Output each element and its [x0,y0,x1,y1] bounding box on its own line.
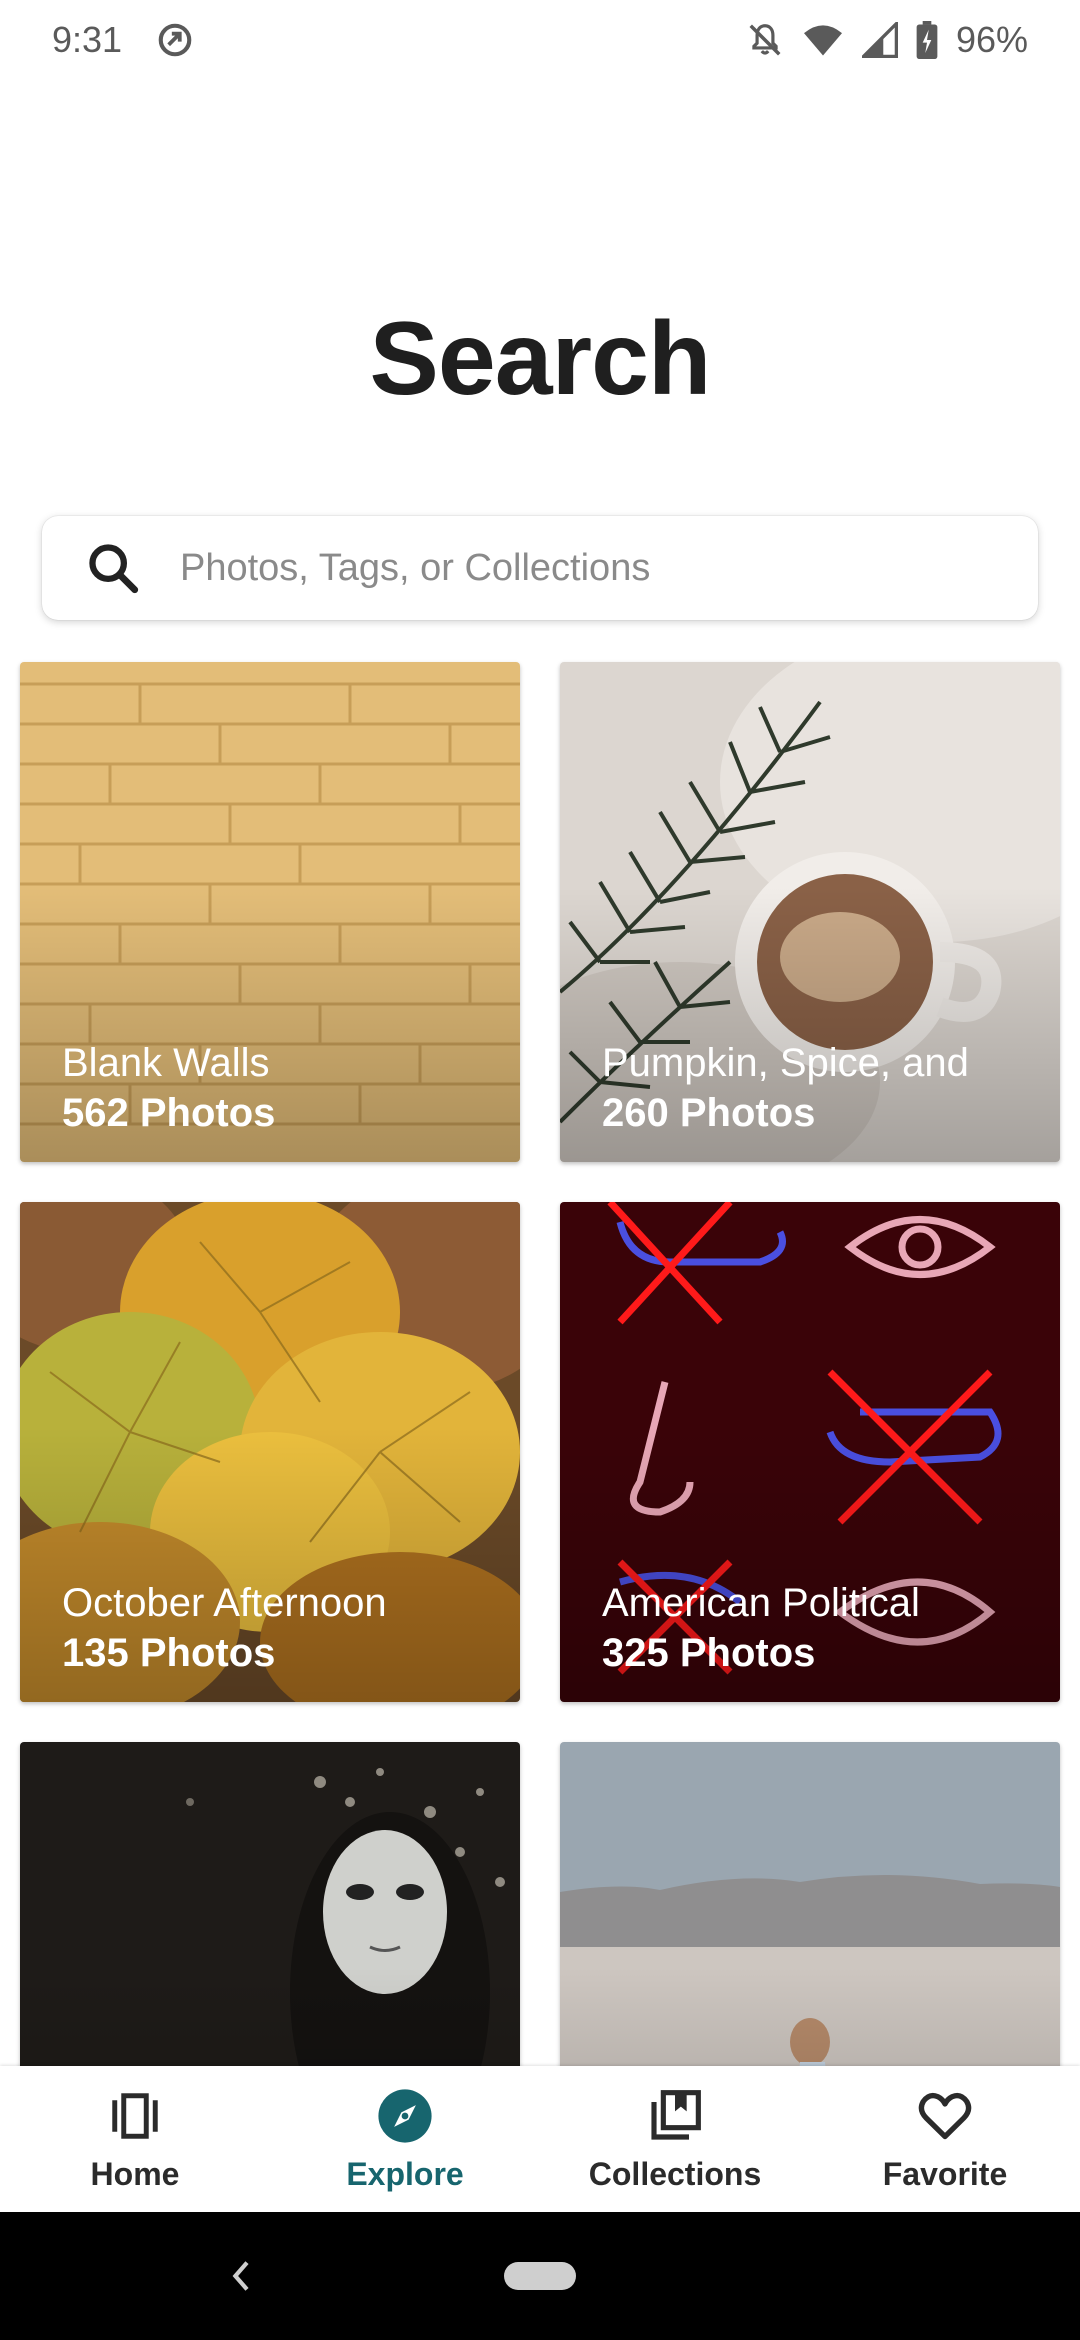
bottom-navigation: Home Explore Collections Favorite [0,2066,1080,2212]
card-title: Blank Walls [62,1041,270,1085]
cell-signal-icon [861,22,898,58]
collection-card-october-afternoon[interactable]: October Afternoon 135 Photos [20,1202,520,1702]
status-time: 9:31 [52,19,123,60]
nav-item-collections[interactable]: Collections [540,2066,810,2212]
card-title: American Political [602,1581,920,1625]
status-left: 9:31 [52,19,194,61]
search-icon [82,537,144,599]
card-count: 135 Photos [62,1631,276,1675]
card-overlay [20,1202,520,1702]
mute-bell-icon [746,21,784,59]
collection-card-american-political[interactable]: American Political 325 Photos [560,1202,1060,1702]
back-icon[interactable] [222,2256,262,2296]
nav-item-favorite[interactable]: Favorite [810,2066,1080,2212]
card-title: Pumpkin, Spice, and [602,1041,969,1085]
nav-item-home[interactable]: Home [0,2066,270,2212]
wifi-icon [802,21,844,59]
page-title: Search [369,301,712,417]
card-overlay [560,662,1060,1162]
card-title: October Afternoon [62,1581,387,1625]
nav-label-explore: Explore [346,2155,464,2192]
data-saver-icon [156,21,194,59]
card-overlay [20,662,520,1162]
card-count: 260 Photos [602,1091,816,1135]
search-input[interactable] [180,546,1000,590]
system-nav-bar [0,2212,1080,2340]
collection-card-blank-walls[interactable]: Blank Walls 562 Photos [20,662,520,1162]
nav-label-favorite: Favorite [882,2155,1008,2192]
search-bar[interactable] [42,516,1038,620]
compass-icon [375,2086,435,2146]
card-count: 562 Photos [62,1091,276,1135]
home-pill-button[interactable] [504,2262,576,2290]
nav-label-home: Home [90,2155,180,2192]
battery-icon [916,21,938,59]
status-bar: 9:31 96% [0,0,1080,80]
nav-label-collections: Collections [588,2155,762,2192]
carousel-icon [105,2086,165,2146]
heart-icon [915,2086,975,2146]
collection-card-pumpkin-spice[interactable]: Pumpkin, Spice, and 260 Photos [560,662,1060,1162]
nav-item-explore[interactable]: Explore [270,2066,540,2212]
library-bookmark-icon [645,2086,705,2146]
status-right: 96% [746,19,1028,61]
card-count: 325 Photos [602,1631,816,1675]
card-overlay [560,1202,1060,1702]
battery-percent: 96% [955,19,1028,60]
